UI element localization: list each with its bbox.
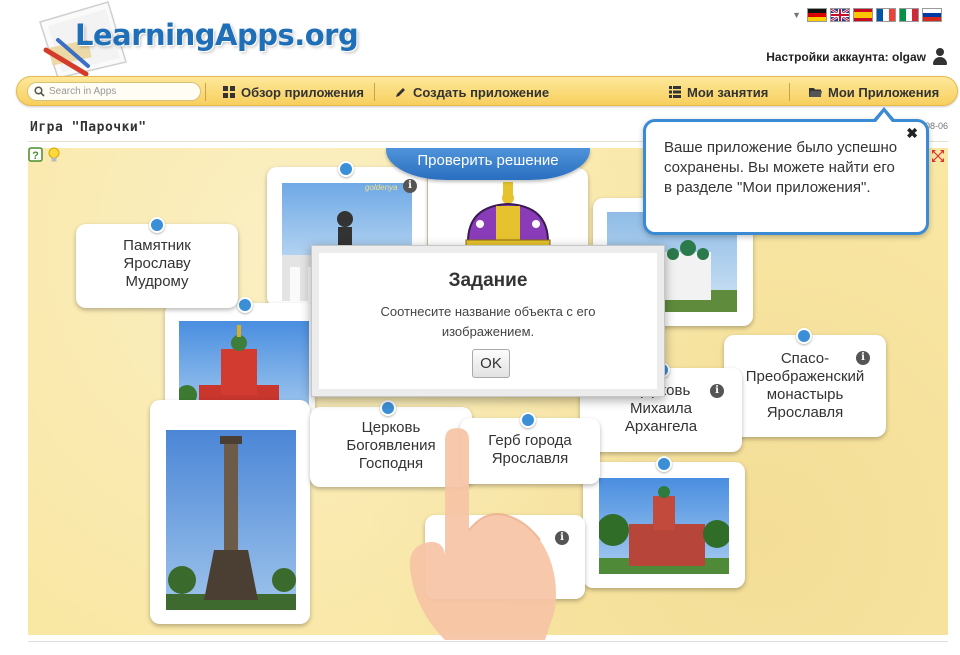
- task-dialog: Задание Соотнесите название объекта с ег…: [311, 245, 665, 397]
- flag-en-icon[interactable]: [830, 8, 850, 22]
- saved-notification: ✖ Ваше приложение было успешно сохранены…: [643, 107, 929, 235]
- fullscreen-icon[interactable]: [932, 150, 944, 162]
- dropdown-caret-icon[interactable]: ▼: [792, 10, 801, 20]
- pencil-icon: [396, 88, 405, 97]
- language-switcher[interactable]: ▼: [792, 8, 942, 22]
- nav-my-classes[interactable]: Мои занятия: [669, 77, 768, 107]
- nav-divider: [374, 83, 375, 101]
- search-input[interactable]: [49, 86, 189, 97]
- list-icon: [669, 86, 681, 98]
- flag-ru-icon[interactable]: [922, 8, 942, 22]
- text-card-spaso-monastery[interactable]: i Спасо-Преображенский монастырь Ярослав…: [724, 328, 886, 437]
- flag-es-icon[interactable]: [853, 8, 873, 22]
- connector-dot[interactable]: [656, 456, 672, 472]
- tower-monument-photo: [166, 430, 296, 610]
- page-title: Игра "Парочки": [30, 120, 147, 135]
- flag-de-icon[interactable]: [807, 8, 827, 22]
- nav-my-apps-label: Мои Приложения: [828, 84, 940, 100]
- ok-button[interactable]: OK: [472, 349, 510, 378]
- search-box[interactable]: [27, 82, 201, 101]
- svg-text:?: ?: [32, 150, 39, 162]
- nav-browse-apps[interactable]: Обзор приложения: [223, 77, 364, 107]
- nav-divider: [205, 83, 206, 101]
- help-icon[interactable]: ?: [28, 147, 44, 163]
- nav-create-app[interactable]: Создать приложение: [395, 77, 549, 107]
- nav-my-classes-label: Мои занятия: [687, 84, 769, 100]
- app-tools: ?: [28, 147, 61, 163]
- check-solution-button[interactable]: Проверить решение: [386, 148, 590, 180]
- dialog-title: Задание: [448, 270, 528, 291]
- info-icon[interactable]: i: [403, 179, 417, 193]
- lightbulb-icon[interactable]: [47, 147, 61, 163]
- account-settings[interactable]: Настройки аккаунта: olgaw: [766, 48, 948, 66]
- notification-text: Ваше приложение было успешно сохранены. …: [664, 139, 898, 196]
- divider: [28, 641, 948, 642]
- connector-dot[interactable]: [237, 297, 253, 313]
- photo-card-tower[interactable]: [150, 400, 310, 624]
- nav-my-apps[interactable]: Мои Приложения: [809, 77, 939, 107]
- card-label: Спасо-Преображенский монастырь Ярославля: [745, 350, 865, 421]
- site-logo[interactable]: LearningApps.org: [75, 18, 359, 52]
- account-label[interactable]: Настройки аккаунта: olgaw: [766, 50, 926, 64]
- search-icon: [34, 86, 45, 97]
- user-icon[interactable]: [932, 48, 948, 66]
- text-card-yaroslav-monument[interactable]: Памятник Ярославу Мудрому: [76, 217, 238, 308]
- dialog-message: Соотнесите название объекта с его изобра…: [380, 304, 596, 339]
- tooltip-tail: [872, 107, 896, 122]
- nav-divider: [789, 83, 790, 101]
- folder-icon: [809, 87, 822, 97]
- card-label: Памятник Ярославу Мудрому: [123, 237, 191, 290]
- dialog-body: Задание Соотнесите название объекта с ег…: [319, 253, 657, 389]
- connector-dot[interactable]: [796, 328, 812, 344]
- flag-fr-icon[interactable]: [876, 8, 896, 22]
- connector-dot[interactable]: [149, 217, 165, 233]
- close-icon[interactable]: ✖: [906, 125, 918, 142]
- church-brick-photo: [599, 478, 729, 574]
- connector-dot[interactable]: [380, 400, 396, 416]
- photo-caption: goldenya: [365, 183, 398, 192]
- nav-create-app-label: Создать приложение: [413, 84, 550, 100]
- nav-browse-apps-label: Обзор приложения: [241, 84, 364, 100]
- grid-icon: [223, 86, 235, 98]
- flag-it-icon[interactable]: [899, 8, 919, 22]
- photo-card-church-brick[interactable]: [583, 456, 745, 588]
- hand-pointer-icon: [409, 428, 556, 640]
- main-navbar: Обзор приложения Создать приложение Мои …: [16, 76, 958, 106]
- connector-dot[interactable]: [338, 161, 354, 177]
